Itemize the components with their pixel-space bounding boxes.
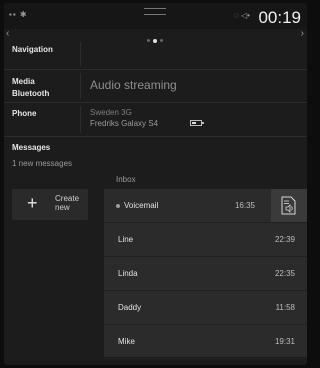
create-line2: new bbox=[55, 203, 70, 212]
status-bar: ▪▪ ✱ ◌ ◁• 00:19 bbox=[4, 3, 307, 29]
message-time: 19:31 bbox=[274, 337, 295, 346]
message-sender: Voicemail bbox=[124, 201, 159, 210]
clock: 00:19 bbox=[258, 8, 301, 27]
speaker-listen-icon bbox=[281, 196, 296, 215]
list-item[interactable]: Daddy 11:58 bbox=[104, 291, 307, 325]
message-time: 16:35 bbox=[234, 201, 255, 210]
message-sender: Linda bbox=[118, 269, 138, 278]
media-label-line2: Bluetooth bbox=[12, 89, 50, 98]
phone-row[interactable]: Phone Sweden 3G Fredriks Galaxy S4 bbox=[4, 103, 307, 137]
messages-count: 1 new messages bbox=[12, 159, 73, 168]
message-time: 22:39 bbox=[274, 235, 295, 244]
unread-dot-icon bbox=[116, 204, 120, 208]
message-sender: Daddy bbox=[118, 303, 142, 312]
media-label: Media Bluetooth bbox=[12, 76, 49, 100]
divider bbox=[80, 106, 81, 133]
create-new-label: Create new bbox=[55, 194, 79, 212]
chevron-left-icon[interactable]: ‹ bbox=[6, 28, 9, 39]
bluetooth-icon: ▪▪ ✱ bbox=[9, 10, 28, 19]
battery-icon bbox=[190, 120, 204, 126]
media-source: Audio streaming bbox=[90, 78, 177, 92]
message-sender: Mike bbox=[118, 337, 135, 346]
divider bbox=[80, 42, 81, 66]
inbox-list: Voicemail 16:35 Line 22:39 Linda 22:35 D… bbox=[104, 189, 307, 359]
divider bbox=[80, 73, 81, 99]
list-item[interactable]: Voicemail 16:35 bbox=[104, 189, 307, 223]
app-window: ▪▪ ✱ ◌ ◁• 00:19 ‹ › Navigation Media Blu… bbox=[4, 3, 307, 365]
list-item[interactable]: Linda 22:35 bbox=[104, 257, 307, 291]
navigation-label: Navigation bbox=[12, 45, 53, 54]
media-label-line1: Media bbox=[12, 77, 35, 86]
message-sender: Line bbox=[118, 235, 134, 244]
list-item[interactable]: Mike 19:31 bbox=[104, 325, 307, 359]
phone-device: Fredriks Galaxy S4 bbox=[90, 119, 159, 128]
listen-button[interactable] bbox=[271, 189, 307, 222]
drag-handle[interactable] bbox=[144, 8, 166, 15]
page-indicator bbox=[147, 32, 166, 43]
inbox-label: Inbox bbox=[116, 175, 136, 184]
message-time: 22:35 bbox=[274, 269, 295, 278]
message-time: 11:58 bbox=[275, 303, 295, 312]
create-line1: Create bbox=[55, 194, 80, 203]
plus-icon: + bbox=[27, 193, 38, 213]
media-row[interactable]: Media Bluetooth Audio streaming bbox=[4, 70, 307, 103]
messages-label: Messages bbox=[12, 143, 51, 152]
chevron-right-icon[interactable]: › bbox=[301, 28, 304, 39]
navigation-row[interactable]: Navigation bbox=[4, 39, 307, 70]
phone-carrier: Sweden 3G bbox=[90, 108, 132, 117]
phone-label: Phone bbox=[12, 109, 37, 118]
create-new-button[interactable]: + Create new bbox=[12, 189, 88, 220]
volume-icon: ◌ ◁• bbox=[234, 11, 250, 20]
list-item[interactable]: Line 22:39 bbox=[104, 223, 307, 257]
